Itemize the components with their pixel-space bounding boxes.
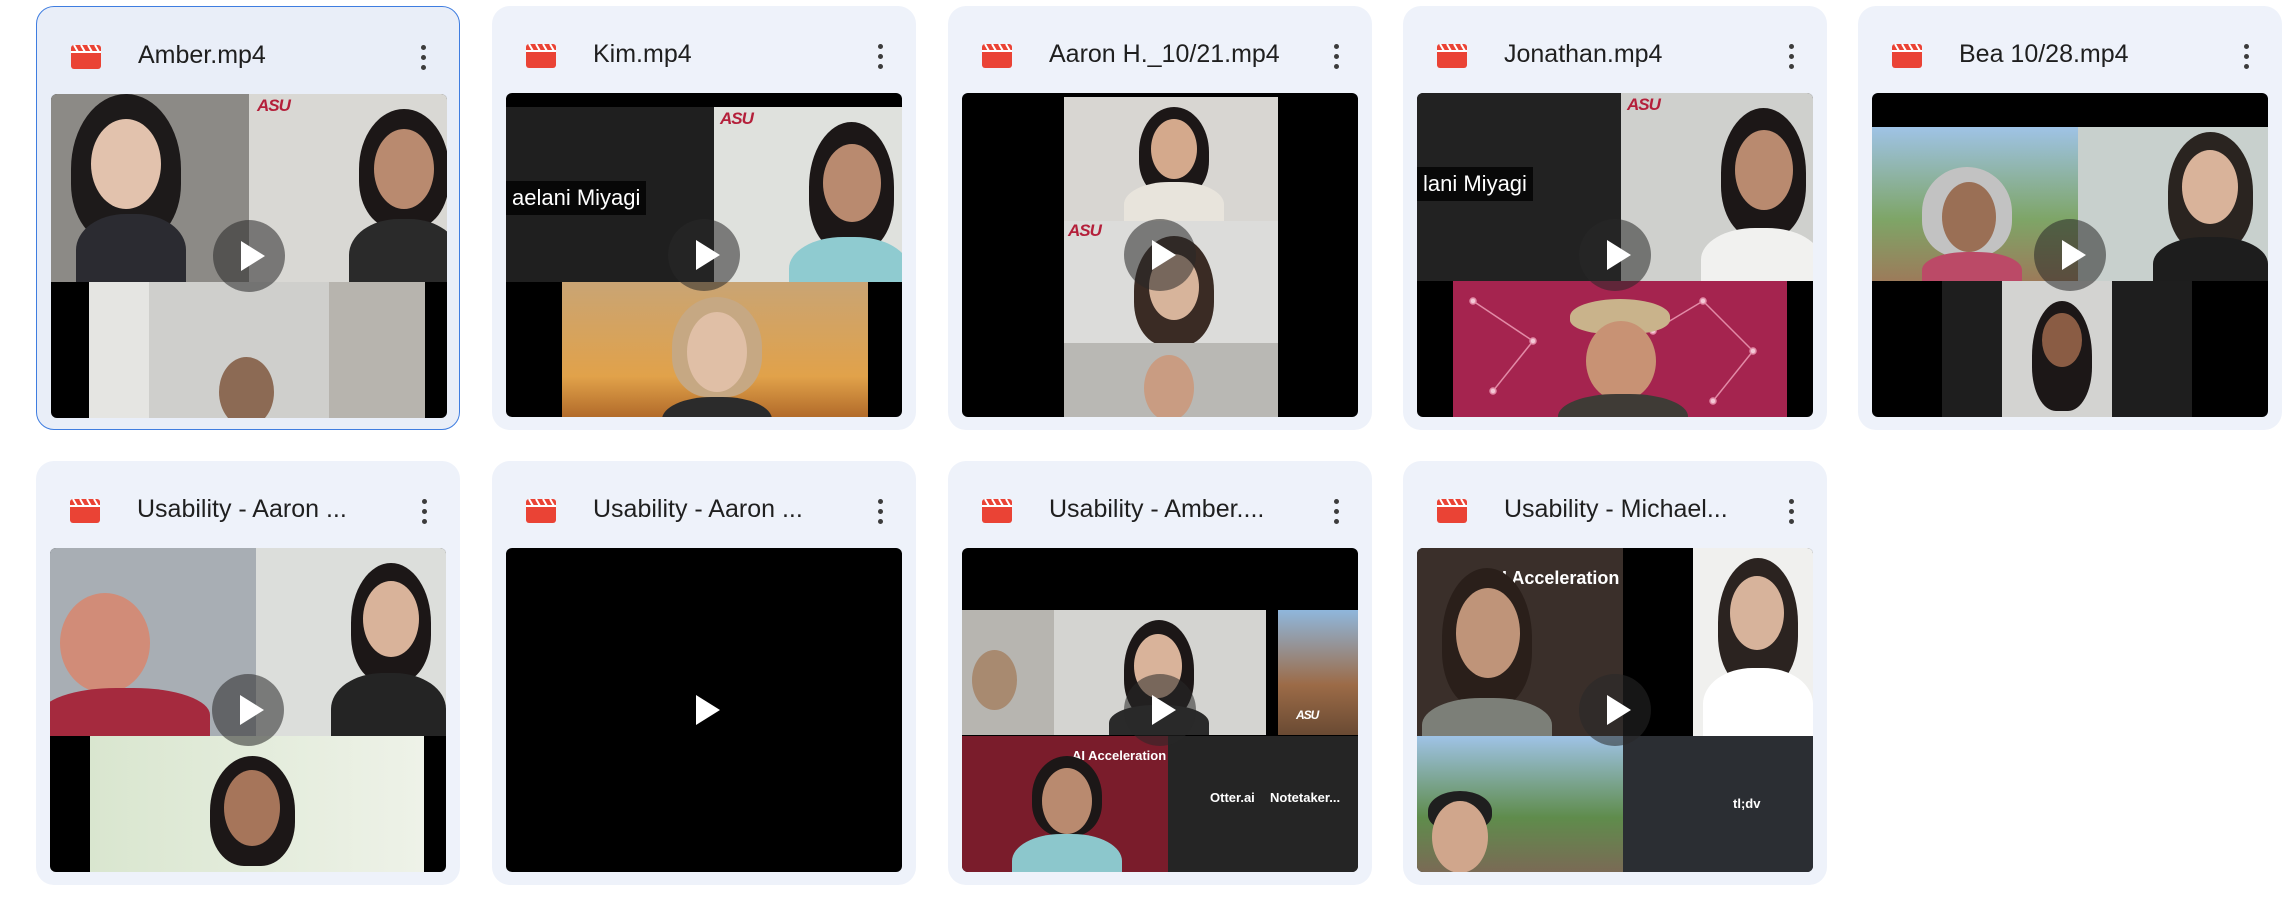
video-thumbnail[interactable] (50, 548, 446, 872)
video-card[interactable]: Bea 10/28.mp4 (1858, 6, 2282, 430)
video-title: Usability - Aaron ... (137, 495, 347, 523)
play-icon[interactable] (1579, 674, 1651, 746)
video-title: Jonathan.mp4 (1504, 40, 1663, 68)
video-thumbnail[interactable]: AI Acceleration tl;dv (1417, 548, 1813, 872)
more-vert-icon[interactable] (1775, 38, 1807, 74)
video-file-icon (71, 44, 101, 69)
video-card[interactable]: Aaron H._10/21.mp4 ASU (948, 6, 1372, 430)
video-thumbnail[interactable]: ASU (51, 94, 447, 418)
play-icon[interactable] (2034, 219, 2106, 291)
more-vert-icon[interactable] (2230, 38, 2262, 74)
asu-logo: ASU (1627, 95, 1661, 114)
video-card[interactable]: Amber.mp4 ASU (36, 6, 460, 430)
notetaker-label: Notetaker... (1270, 790, 1341, 805)
video-title: Usability - Amber.... (1049, 495, 1265, 523)
video-thumbnail[interactable]: ASU AI Acceleration Otter.ai Notetaker..… (962, 548, 1358, 872)
card-header: Usability - Michael... (1403, 461, 1827, 547)
more-vert-icon[interactable] (1320, 38, 1352, 74)
video-title: Usability - Michael... (1504, 495, 1728, 523)
participant-name: lani Miyagi (1417, 167, 1533, 201)
video-file-icon (1892, 43, 1922, 68)
card-header: Usability - Aaron ... (36, 461, 460, 547)
card-header: Bea 10/28.mp4 (1858, 6, 2282, 92)
card-header: Aaron H._10/21.mp4 (948, 6, 1372, 92)
asu-logo: ASU (1296, 708, 1319, 722)
video-card[interactable]: Kim.mp4 aelani Miyagi ASU (492, 6, 916, 430)
more-vert-icon[interactable] (864, 38, 896, 74)
video-file-icon (982, 498, 1012, 523)
video-title: Kim.mp4 (593, 40, 692, 68)
video-thumbnail[interactable] (506, 548, 902, 872)
video-file-icon (70, 498, 100, 523)
participant-name: aelani Miyagi (506, 181, 647, 215)
more-vert-icon[interactable] (864, 493, 896, 529)
video-thumbnail[interactable] (1872, 93, 2268, 417)
more-vert-icon[interactable] (1775, 493, 1807, 529)
video-file-icon (1437, 43, 1467, 68)
video-card[interactable]: Usability - Aaron ... (36, 461, 460, 885)
video-file-icon (526, 43, 556, 68)
card-header: Usability - Aaron ... (492, 461, 916, 547)
video-file-icon (526, 498, 556, 523)
video-file-icon (982, 43, 1012, 68)
video-title: Bea 10/28.mp4 (1959, 40, 2129, 68)
asu-logo: ASU (720, 109, 754, 128)
play-icon[interactable] (1124, 674, 1196, 746)
asu-logo: ASU (1068, 221, 1102, 240)
video-card[interactable]: Jonathan.mp4 lani Miyagi ASU (1403, 6, 1827, 430)
play-icon[interactable] (1579, 219, 1651, 291)
video-card[interactable]: Usability - Amber.... ASU AI Acceleratio… (948, 461, 1372, 885)
card-header: Usability - Amber.... (948, 461, 1372, 547)
card-header: Jonathan.mp4 (1403, 6, 1827, 92)
more-vert-icon[interactable] (1320, 493, 1352, 529)
card-header: Amber.mp4 (37, 7, 459, 93)
video-thumbnail[interactable]: lani Miyagi ASU (1417, 93, 1813, 417)
video-title: Amber.mp4 (138, 41, 266, 69)
play-icon[interactable] (1124, 219, 1196, 291)
more-vert-icon[interactable] (408, 493, 440, 529)
video-title: Usability - Aaron ... (593, 495, 803, 523)
play-icon[interactable] (668, 219, 740, 291)
asu-logo: ASU (257, 96, 291, 115)
video-card[interactable]: Usability - Aaron ... (492, 461, 916, 885)
video-thumbnail[interactable]: aelani Miyagi ASU (506, 93, 902, 417)
video-card[interactable]: Usability - Michael... AI Acceleration t… (1403, 461, 1827, 885)
play-icon[interactable] (213, 220, 285, 292)
card-header: Kim.mp4 (492, 6, 916, 92)
ai-acceleration-label: AI Acceleration (1072, 748, 1167, 763)
otter-label: Otter.ai (1210, 790, 1255, 805)
more-vert-icon[interactable] (407, 39, 439, 75)
play-icon[interactable] (668, 674, 740, 746)
play-icon[interactable] (212, 674, 284, 746)
video-title: Aaron H._10/21.mp4 (1049, 40, 1280, 68)
video-thumbnail[interactable]: ASU (962, 93, 1358, 417)
tldv-label: tl;dv (1733, 796, 1761, 811)
video-file-icon (1437, 498, 1467, 523)
